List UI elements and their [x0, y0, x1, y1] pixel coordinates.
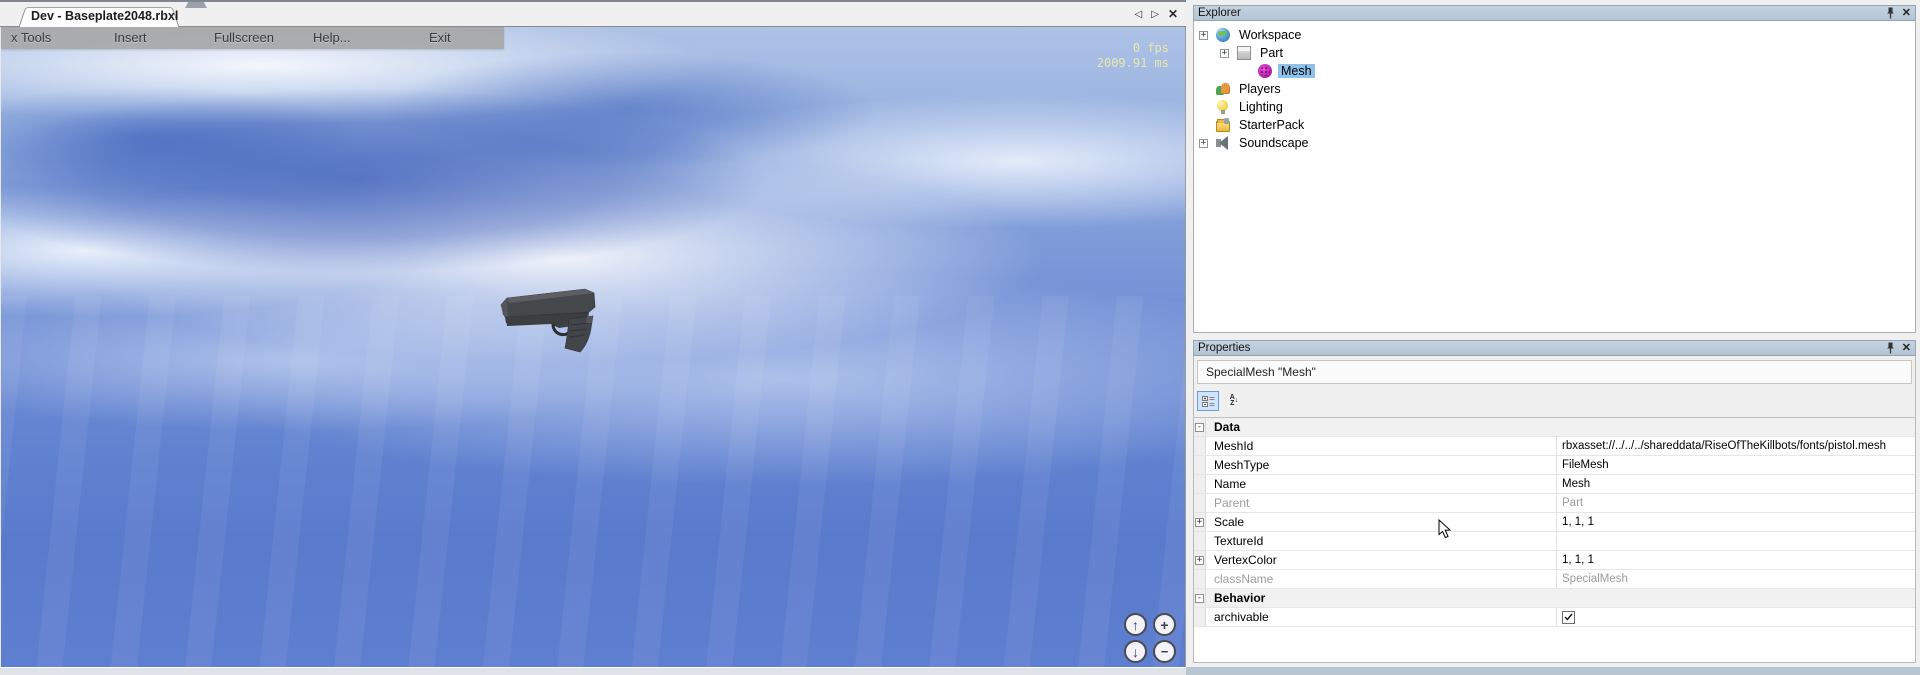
tree-item-soundscape[interactable]: + Soundscape: [1194, 134, 1915, 152]
right-dock: Explorer ✕ + Workspace +: [1186, 0, 1920, 667]
fps-counter: 0 fps: [1097, 41, 1169, 56]
zoom-in-button[interactable]: +: [1153, 613, 1176, 636]
properties-toolbar: AZ ↓: [1197, 388, 1245, 414]
tab-bar-artifact: [185, 2, 207, 8]
property-row-meshid: MeshId rbxasset://../../../shareddata/Ri…: [1194, 437, 1915, 456]
bottom-dock-edge: [1186, 667, 1920, 675]
3d-viewport[interactable]: x Tools Insert Fullscreen Help... Exit 0…: [0, 27, 1186, 667]
frame-time: 2009.91 ms: [1097, 56, 1169, 71]
properties-header: Properties ✕: [1193, 340, 1916, 356]
category-row-behavior[interactable]: - Behavior: [1194, 589, 1915, 608]
pin-icon[interactable]: [1886, 342, 1895, 354]
category-row-data[interactable]: - Data: [1194, 418, 1915, 437]
workspace-icon: [1216, 28, 1230, 42]
roblox-studio-window: Dev - Baseplate2048.rbxl ◁ ▷ ✕ x Tools I…: [0, 0, 1920, 675]
menu-item-help[interactable]: Help...: [313, 30, 351, 45]
explorer-close-icon[interactable]: ✕: [1902, 8, 1911, 19]
document-tab[interactable]: Dev - Baseplate2048.rbxl: [18, 4, 180, 29]
viewport-menu-bar: x Tools Insert Fullscreen Help... Exit: [1, 27, 504, 49]
camera-down-button[interactable]: ↓: [1124, 640, 1147, 663]
property-row-parent: Parent Part: [1194, 494, 1915, 513]
players-icon: [1216, 82, 1230, 96]
tree-item-players[interactable]: + Players: [1194, 80, 1915, 98]
check-icon: [1564, 613, 1573, 621]
menu-item-tools[interactable]: x Tools: [11, 30, 51, 45]
expand-icon[interactable]: +: [1195, 556, 1204, 565]
expand-icon[interactable]: +: [1220, 49, 1229, 58]
camera-nav-pad: ↑ + ↓ −: [1124, 613, 1176, 665]
lightbulb-icon: [1216, 100, 1230, 114]
explorer-panel: Explorer ✕ + Workspace +: [1193, 5, 1916, 333]
performance-overlay: 0 fps 2009.91 ms: [1097, 41, 1169, 71]
property-row-vertexcolor: + VertexColor 1, 1, 1: [1194, 551, 1915, 570]
tree-item-workspace[interactable]: + Workspace: [1194, 26, 1915, 44]
properties-close-icon[interactable]: ✕: [1902, 343, 1911, 354]
properties-grid: - Data MeshId rbxasset://../../../shared…: [1194, 417, 1915, 662]
property-row-scale: + Scale 1, 1, 1: [1194, 513, 1915, 532]
tree-item-lighting[interactable]: + Lighting: [1194, 98, 1915, 116]
collapse-icon[interactable]: -: [1195, 423, 1204, 432]
tree-item-mesh[interactable]: + Mesh: [1194, 62, 1915, 80]
expand-icon[interactable]: +: [1199, 139, 1208, 148]
tree-item-starterpack[interactable]: + StarterPack: [1194, 116, 1915, 134]
document-tab-bar: Dev - Baseplate2048.rbxl ◁ ▷ ✕: [0, 0, 1186, 27]
mesh-icon: [1258, 64, 1272, 78]
camera-up-button[interactable]: ↑: [1124, 613, 1147, 636]
property-row-name: Name Mesh: [1194, 475, 1915, 494]
pistol-mesh-object[interactable]: [493, 283, 613, 357]
tree-item-part[interactable]: + Part: [1194, 44, 1915, 62]
collapse-icon[interactable]: -: [1195, 594, 1204, 603]
zoom-out-button[interactable]: −: [1153, 640, 1176, 663]
tab-scroll-right-icon[interactable]: ▷: [1151, 9, 1159, 20]
part-icon: [1237, 46, 1251, 60]
menu-item-insert[interactable]: Insert: [114, 30, 147, 45]
speaker-icon: [1216, 136, 1230, 150]
property-row-meshtype: MeshType FileMesh: [1194, 456, 1915, 475]
properties-panel: Properties ✕ SpecialMesh "Mesh": [1193, 340, 1916, 663]
alphabetical-sort-button[interactable]: AZ ↓: [1223, 391, 1245, 411]
selected-object-label: SpecialMesh "Mesh": [1197, 360, 1912, 384]
expand-icon[interactable]: +: [1199, 31, 1208, 40]
explorer-tree: + Workspace + Part + Mesh + Play: [1193, 21, 1916, 333]
explorer-title: Explorer: [1198, 7, 1886, 19]
tab-close-icon[interactable]: ✕: [1168, 7, 1178, 21]
explorer-header: Explorer ✕: [1193, 5, 1916, 21]
menu-item-fullscreen[interactable]: Fullscreen: [214, 30, 274, 45]
folder-icon: [1216, 121, 1230, 132]
menu-item-exit[interactable]: Exit: [429, 30, 451, 45]
bottom-panel-edge: [0, 667, 1186, 675]
archivable-checkbox[interactable]: [1562, 611, 1575, 624]
categorized-view-button[interactable]: [1197, 391, 1219, 411]
tab-title: Dev - Baseplate2048.rbxl: [31, 9, 178, 23]
expand-icon[interactable]: +: [1195, 518, 1204, 527]
properties-body: SpecialMesh "Mesh" AZ ↓: [1193, 356, 1916, 663]
tab-scroll-left-icon[interactable]: ◁: [1135, 9, 1143, 20]
pin-icon[interactable]: [1886, 7, 1895, 19]
property-row-archivable: archivable: [1194, 608, 1915, 627]
property-row-classname: className SpecialMesh: [1194, 570, 1915, 589]
property-row-textureid: TextureId: [1194, 532, 1915, 551]
properties-title: Properties: [1198, 342, 1886, 354]
